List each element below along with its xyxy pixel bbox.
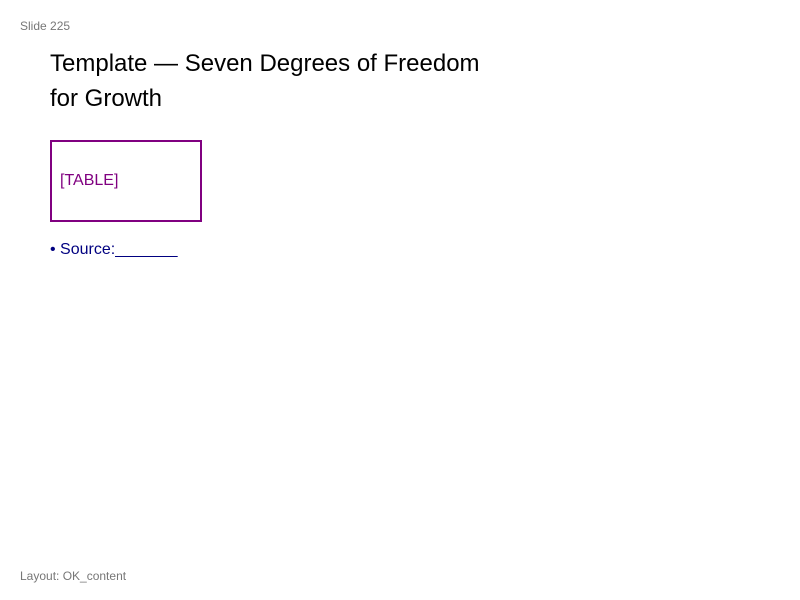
table-placeholder-label: [TABLE]	[60, 172, 119, 189]
slide-title-line-2: for Growth	[50, 85, 163, 112]
slide-title-line-1: Template — Seven Degrees of Freedom	[50, 50, 480, 77]
slide-number: Slide 225	[20, 19, 71, 33]
source-bullet-text: Source:_______	[60, 241, 178, 258]
table-placeholder: [TABLE]	[50, 140, 202, 222]
slide-title: Template — Seven Degrees of Freedom for G…	[50, 46, 510, 116]
source-bullet: • Source:_______	[50, 240, 177, 260]
layout-label: Layout: OK_content	[20, 569, 127, 583]
bullet-marker: •	[50, 241, 61, 258]
